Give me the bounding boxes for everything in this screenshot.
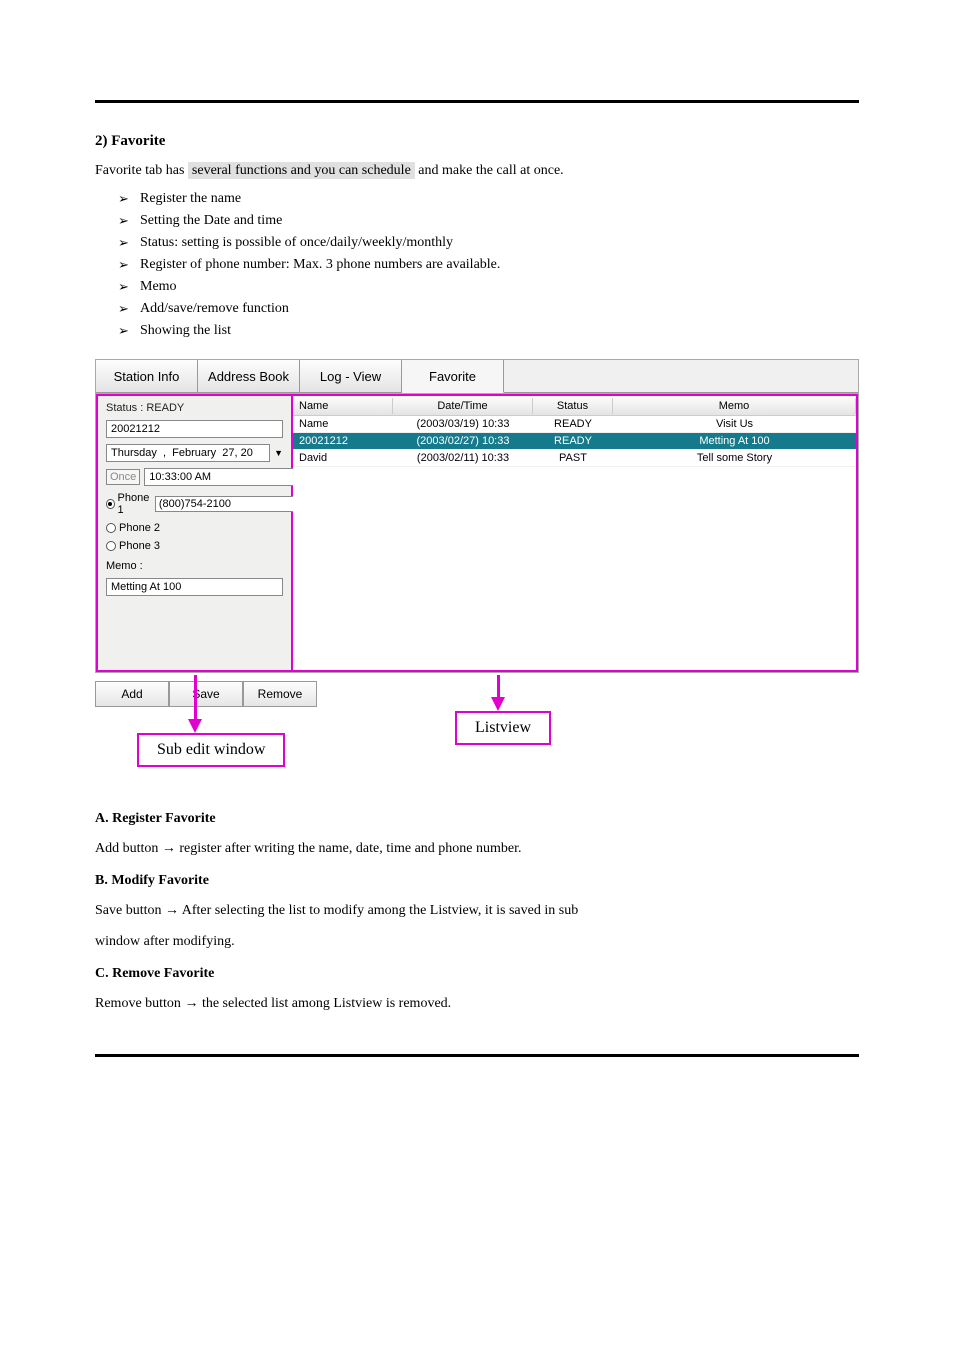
intro-paragraph: Favorite tab has several functions and y…	[95, 160, 859, 181]
cell-name: 20021212	[293, 434, 393, 448]
phone1-label: Phone 1	[118, 492, 151, 516]
tabs-filler	[504, 360, 858, 393]
feature-bullets: Register the name Setting the Date and t…	[140, 191, 859, 339]
c-suffix: the selected list among Listview is remo…	[198, 996, 451, 1011]
phone1-radio[interactable]: Phone 1	[106, 492, 151, 516]
col-header-status[interactable]: Status	[533, 398, 613, 414]
intro-suffix: and make the call at once.	[415, 163, 564, 178]
ui-screenshot: Station Info Address Book Log - View Fav…	[95, 359, 859, 707]
top-rule	[95, 100, 859, 103]
cell-status: READY	[533, 417, 613, 431]
status-label: Status : READY	[106, 402, 283, 414]
cell-dt: (2003/03/19) 10:33	[393, 417, 533, 431]
callout-listview: Listview	[455, 711, 551, 745]
para-c: Remove button → the selected list among …	[95, 992, 859, 1014]
list-row[interactable]: 20021212 (2003/02/27) 10:33 READY Mettin…	[293, 433, 856, 450]
c-prefix: Remove button	[95, 996, 184, 1011]
cell-name: David	[293, 451, 393, 465]
phone3-label: Phone 3	[119, 540, 160, 552]
bullet-item: Showing the list	[140, 323, 859, 339]
subhead-c: C. Remove Favorite	[95, 966, 859, 982]
cell-memo: Visit Us	[613, 417, 856, 431]
list-row[interactable]: Name (2003/03/19) 10:33 READY Visit Us	[293, 416, 856, 433]
radio-checked-icon	[106, 499, 115, 509]
cell-status: PAST	[533, 451, 613, 465]
col-header-memo[interactable]: Memo	[613, 398, 856, 414]
col-header-datetime[interactable]: Date/Time	[393, 398, 533, 414]
arrow-right-icon: →	[165, 901, 179, 917]
arrow-stem	[194, 675, 197, 721]
tab-log-view[interactable]: Log - View	[300, 360, 402, 393]
tab-station-info[interactable]: Station Info	[96, 360, 198, 393]
list-row[interactable]: David (2003/02/11) 10:33 PAST Tell some …	[293, 450, 856, 467]
col-header-name[interactable]: Name	[293, 398, 393, 414]
cell-memo: Tell some Story	[613, 451, 856, 465]
bullet-item: Add/save/remove function	[140, 301, 859, 317]
intro-highlight: several functions and you can schedule	[188, 162, 415, 179]
bullet-item: Status: setting is possible of once/dail…	[140, 235, 859, 251]
cell-memo: Metting At 100	[613, 434, 856, 448]
intro-prefix: Favorite tab has	[95, 163, 188, 178]
cell-name: Name	[293, 417, 393, 431]
phone2-radio[interactable]: Phone 2	[106, 522, 283, 534]
arrow-down-icon	[188, 719, 202, 733]
bullet-item: Memo	[140, 279, 859, 295]
bottom-rule	[95, 1054, 859, 1057]
listview[interactable]: Name Date/Time Status Memo Name (2003/03…	[293, 396, 856, 670]
tab-strip: Station Info Address Book Log - View Fav…	[95, 359, 859, 393]
bullet-item: Register the name	[140, 191, 859, 207]
cell-status: READY	[533, 434, 613, 448]
name-input[interactable]	[106, 420, 283, 438]
para-a: Add button → register after writing the …	[95, 837, 859, 859]
arrow-right-icon: →	[162, 839, 176, 855]
memo-label: Memo :	[106, 560, 283, 572]
subhead-a: A. Register Favorite	[95, 811, 859, 827]
cell-dt: (2003/02/27) 10:33	[393, 434, 533, 448]
section-number-title: 2) Favorite	[95, 133, 859, 150]
radio-icon	[106, 523, 116, 533]
callout-sub-edit: Sub edit window	[137, 733, 285, 767]
subhead-b: B. Modify Favorite	[95, 873, 859, 889]
date-picker[interactable]	[106, 444, 270, 462]
tab-favorite[interactable]: Favorite	[402, 360, 504, 393]
sub-edit-window: Status : READY ▼ Once ▲▼ Phone 1	[96, 394, 293, 672]
arrow-stem	[497, 675, 500, 699]
phone3-radio[interactable]: Phone 3	[106, 540, 283, 552]
dropdown-icon[interactable]: ▼	[274, 448, 283, 458]
button-row: Add Save Remove	[95, 681, 859, 707]
panel-body: Status : READY ▼ Once ▲▼ Phone 1	[95, 393, 859, 673]
bullet-item: Setting the Date and time	[140, 213, 859, 229]
arrow-right-icon: →	[184, 994, 198, 1010]
radio-icon	[106, 541, 116, 551]
a-suffix: register after writing the name, date, t…	[176, 841, 522, 856]
bullet-item: Register of phone number: Max. 3 phone n…	[140, 257, 859, 273]
cell-dt: (2003/02/11) 10:33	[393, 451, 533, 465]
para-b2: window after modifying.	[95, 931, 859, 952]
a-prefix: Add button	[95, 841, 162, 856]
b-prefix: Save button	[95, 903, 165, 918]
phone1-input[interactable]	[155, 496, 305, 512]
memo-input[interactable]	[106, 578, 283, 596]
add-button[interactable]: Add	[95, 681, 169, 707]
time-input[interactable]	[144, 468, 296, 486]
b-suffix: After selecting the list to modify among…	[179, 903, 578, 918]
para-b1: Save button → After selecting the list t…	[95, 899, 859, 921]
tab-address-book[interactable]: Address Book	[198, 360, 300, 393]
listview-pane: Name Date/Time Status Memo Name (2003/03…	[293, 394, 858, 672]
listview-header: Name Date/Time Status Memo	[293, 396, 856, 416]
arrow-down-icon	[491, 697, 505, 711]
repeat-select[interactable]: Once	[106, 469, 140, 485]
remove-button[interactable]: Remove	[243, 681, 317, 707]
save-button[interactable]: Save	[169, 681, 243, 707]
phone2-label: Phone 2	[119, 522, 160, 534]
